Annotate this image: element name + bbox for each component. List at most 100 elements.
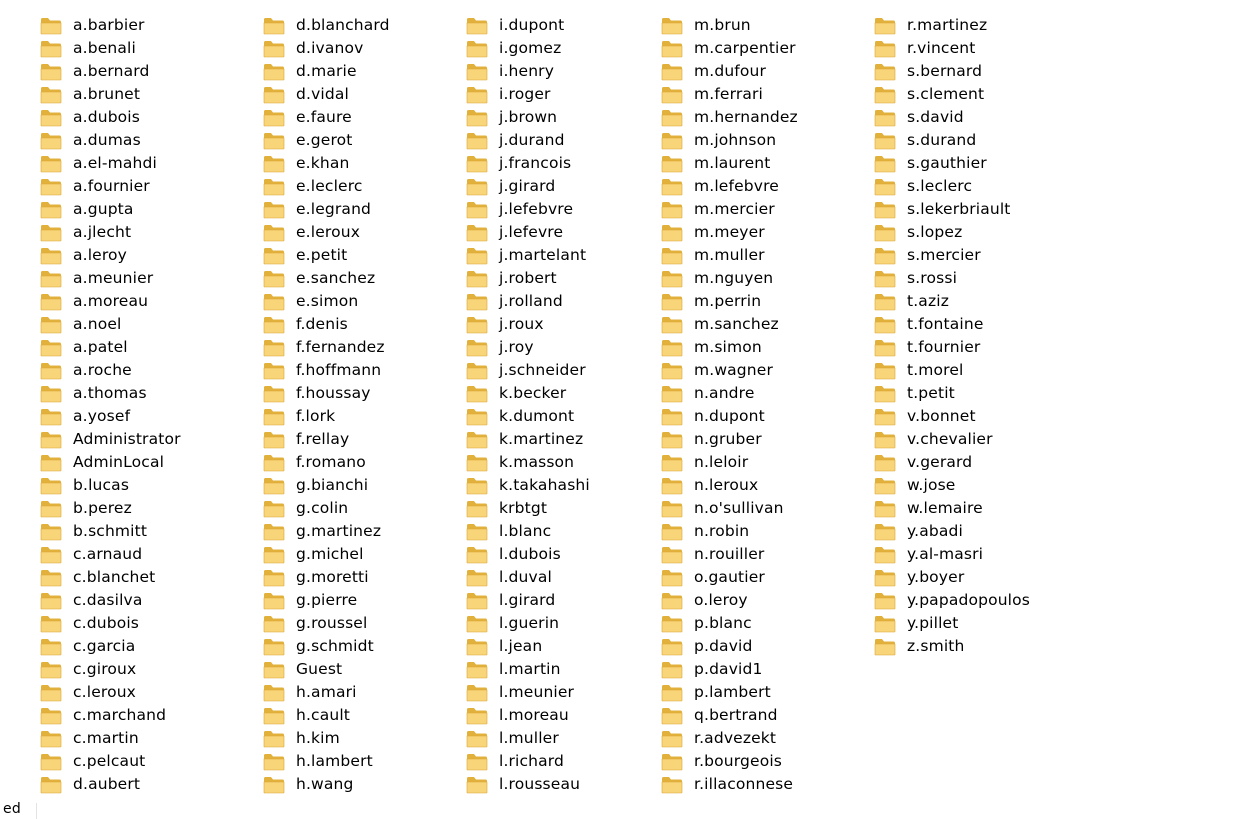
folder-item[interactable]: m.sanchez: [661, 313, 856, 336]
folder-item[interactable]: l.girard: [466, 589, 661, 612]
folder-item[interactable]: k.dumont: [466, 405, 661, 428]
folder-item[interactable]: e.gerot: [263, 129, 458, 152]
folder-item[interactable]: j.roy: [466, 336, 661, 359]
folder-item[interactable]: n.robin: [661, 520, 856, 543]
folder-item[interactable]: a.thomas: [40, 382, 235, 405]
folder-item[interactable]: a.bernard: [40, 60, 235, 83]
folder-item[interactable]: l.duval: [466, 566, 661, 589]
folder-item[interactable]: a.benali: [40, 37, 235, 60]
folder-item[interactable]: j.schneider: [466, 359, 661, 382]
folder-item[interactable]: k.takahashi: [466, 474, 661, 497]
folder-item[interactable]: y.boyer: [874, 566, 1069, 589]
folder-item[interactable]: a.brunet: [40, 83, 235, 106]
folder-item[interactable]: r.vincent: [874, 37, 1069, 60]
folder-item[interactable]: p.david: [661, 635, 856, 658]
folder-item[interactable]: d.ivanov: [263, 37, 458, 60]
folder-item[interactable]: e.simon: [263, 290, 458, 313]
folder-item[interactable]: j.francois: [466, 152, 661, 175]
folder-item[interactable]: d.aubert: [40, 773, 235, 796]
folder-item[interactable]: z.smith: [874, 635, 1069, 658]
folder-item[interactable]: f.hoffmann: [263, 359, 458, 382]
folder-item[interactable]: g.bianchi: [263, 474, 458, 497]
folder-item[interactable]: t.morel: [874, 359, 1069, 382]
folder-item[interactable]: e.sanchez: [263, 267, 458, 290]
folder-item[interactable]: r.martinez: [874, 14, 1069, 37]
folder-item[interactable]: g.martinez: [263, 520, 458, 543]
folder-item[interactable]: p.lambert: [661, 681, 856, 704]
folder-item[interactable]: j.brown: [466, 106, 661, 129]
folder-item[interactable]: c.pelcaut: [40, 750, 235, 773]
folder-item[interactable]: i.roger: [466, 83, 661, 106]
folder-item[interactable]: m.simon: [661, 336, 856, 359]
folder-item[interactable]: c.dasilva: [40, 589, 235, 612]
folder-item[interactable]: l.moreau: [466, 704, 661, 727]
folder-item[interactable]: m.hernandez: [661, 106, 856, 129]
folder-item[interactable]: AdminLocal: [40, 451, 235, 474]
folder-item[interactable]: w.jose: [874, 474, 1069, 497]
folder-item[interactable]: d.vidal: [263, 83, 458, 106]
folder-item[interactable]: m.nguyen: [661, 267, 856, 290]
folder-item[interactable]: a.meunier: [40, 267, 235, 290]
folder-item[interactable]: s.david: [874, 106, 1069, 129]
folder-item[interactable]: s.lopez: [874, 221, 1069, 244]
folder-item[interactable]: m.brun: [661, 14, 856, 37]
folder-item[interactable]: i.gomez: [466, 37, 661, 60]
folder-item[interactable]: e.leroux: [263, 221, 458, 244]
folder-item[interactable]: m.laurent: [661, 152, 856, 175]
folder-item[interactable]: k.martinez: [466, 428, 661, 451]
folder-item[interactable]: n.rouiller: [661, 543, 856, 566]
folder-item[interactable]: m.perrin: [661, 290, 856, 313]
folder-item[interactable]: j.martelant: [466, 244, 661, 267]
folder-item[interactable]: a.roche: [40, 359, 235, 382]
folder-item[interactable]: a.jlecht: [40, 221, 235, 244]
folder-item[interactable]: Administrator: [40, 428, 235, 451]
folder-item[interactable]: k.becker: [466, 382, 661, 405]
folder-item[interactable]: j.lefebvre: [466, 198, 661, 221]
folder-item[interactable]: h.amari: [263, 681, 458, 704]
folder-item[interactable]: y.al-masri: [874, 543, 1069, 566]
folder-item[interactable]: s.bernard: [874, 60, 1069, 83]
folder-item[interactable]: a.noel: [40, 313, 235, 336]
folder-item[interactable]: e.leclerc: [263, 175, 458, 198]
folder-item[interactable]: a.fournier: [40, 175, 235, 198]
folder-item[interactable]: krbtgt: [466, 497, 661, 520]
folder-item[interactable]: v.bonnet: [874, 405, 1069, 428]
folder-item[interactable]: i.dupont: [466, 14, 661, 37]
folder-item[interactable]: j.rolland: [466, 290, 661, 313]
folder-item[interactable]: k.masson: [466, 451, 661, 474]
folder-item[interactable]: c.blanchet: [40, 566, 235, 589]
folder-item[interactable]: v.gerard: [874, 451, 1069, 474]
folder-item[interactable]: g.michel: [263, 543, 458, 566]
folder-item[interactable]: g.schmidt: [263, 635, 458, 658]
folder-item[interactable]: m.ferrari: [661, 83, 856, 106]
folder-item[interactable]: c.arnaud: [40, 543, 235, 566]
folder-item[interactable]: j.girard: [466, 175, 661, 198]
folder-item[interactable]: a.el-mahdi: [40, 152, 235, 175]
folder-item[interactable]: a.patel: [40, 336, 235, 359]
folder-item[interactable]: l.meunier: [466, 681, 661, 704]
folder-item[interactable]: o.gautier: [661, 566, 856, 589]
folder-item[interactable]: b.perez: [40, 497, 235, 520]
folder-item[interactable]: f.fernandez: [263, 336, 458, 359]
folder-item[interactable]: a.moreau: [40, 290, 235, 313]
folder-item[interactable]: e.legrand: [263, 198, 458, 221]
folder-item[interactable]: n.gruber: [661, 428, 856, 451]
folder-item[interactable]: s.gauthier: [874, 152, 1069, 175]
folder-item[interactable]: n.leroux: [661, 474, 856, 497]
folder-item[interactable]: n.andre: [661, 382, 856, 405]
folder-item[interactable]: r.illaconnese: [661, 773, 856, 796]
folder-item[interactable]: n.o'sullivan: [661, 497, 856, 520]
folder-item[interactable]: j.robert: [466, 267, 661, 290]
folder-item[interactable]: o.leroy: [661, 589, 856, 612]
folder-item[interactable]: v.chevalier: [874, 428, 1069, 451]
folder-item[interactable]: m.meyer: [661, 221, 856, 244]
folder-item[interactable]: r.bourgeois: [661, 750, 856, 773]
folder-item[interactable]: d.blanchard: [263, 14, 458, 37]
folder-item[interactable]: a.barbier: [40, 14, 235, 37]
folder-item[interactable]: y.papadopoulos: [874, 589, 1069, 612]
folder-item[interactable]: l.rousseau: [466, 773, 661, 796]
folder-item[interactable]: m.johnson: [661, 129, 856, 152]
folder-item[interactable]: t.petit: [874, 382, 1069, 405]
folder-item[interactable]: a.gupta: [40, 198, 235, 221]
folder-item[interactable]: s.clement: [874, 83, 1069, 106]
